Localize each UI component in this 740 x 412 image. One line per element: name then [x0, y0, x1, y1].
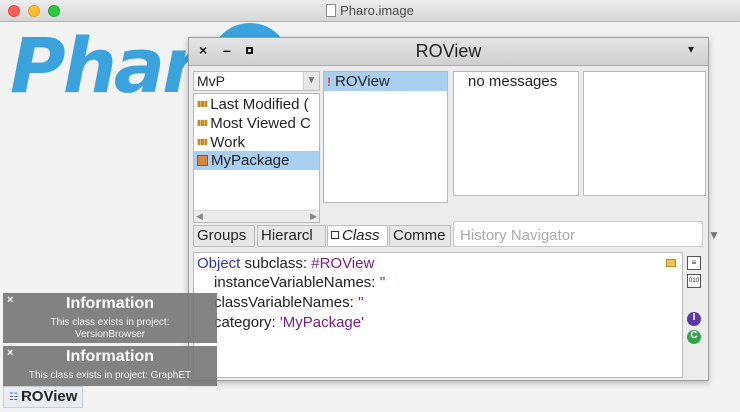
mac-title-bar: Pharo.image	[0, 0, 740, 22]
chevron-down-icon[interactable]: ▼	[303, 72, 319, 90]
notification-versionbrowser: × Information This class exists in proje…	[3, 293, 217, 343]
class-side-icon[interactable]: C	[687, 330, 701, 344]
class-item-roview[interactable]: ! ROView	[324, 72, 447, 91]
pharo-logo: Phar	[10, 21, 200, 110]
bytecode-view-icon[interactable]: 010	[687, 274, 701, 288]
notification-graphet: × Information This class exists in proje…	[3, 346, 217, 386]
mac-title-text: Pharo.image	[340, 3, 414, 18]
package-filter-combo[interactable]: MvP ▼	[193, 71, 320, 91]
lock-icon[interactable]	[666, 259, 676, 267]
package-item-mypackage[interactable]: MyPackage	[194, 151, 319, 170]
package-group-icon: ▮▮▮	[197, 137, 208, 146]
class-list[interactable]: ! ROView	[323, 71, 448, 203]
mac-window-title: Pharo.image	[0, 3, 740, 18]
instance-side-icon[interactable]: I	[687, 312, 701, 326]
package-group-icon: ▮▮▮	[197, 99, 208, 108]
source-view-icon[interactable]: ≡	[687, 256, 701, 270]
package-filter-value: MvP	[197, 73, 225, 89]
taskbar-item-roview[interactable]: ☷ ROView	[3, 386, 84, 408]
package-icon	[197, 155, 208, 166]
package-item-most-viewed[interactable]: ▮▮▮ Most Viewed C	[194, 113, 319, 132]
pharo-desktop: Phar × – ROView ▾ MvP ▼ ▮▮▮ Last Modified…	[0, 21, 740, 412]
chevron-down-icon[interactable]: ▼	[704, 224, 724, 246]
package-list[interactable]: ▮▮▮ Last Modified ( ▮▮▮ Most Viewed C ▮▮▮ W…	[193, 93, 320, 223]
package-item-last-modified[interactable]: ▮▮▮ Last Modified (	[194, 94, 319, 113]
warning-icon: !	[327, 75, 331, 89]
scroll-right-icon[interactable]: ▶	[310, 211, 317, 222]
notification-body: This class exists in project: GraphET	[28, 370, 192, 381]
history-placeholder: History Navigator	[460, 227, 576, 244]
tab-groups[interactable]: Groups	[193, 225, 255, 247]
code-line-4: category: 'MyPackage'	[214, 314, 364, 331]
document-icon	[326, 4, 337, 17]
history-navigator[interactable]: History Navigator ▼	[453, 221, 720, 247]
protocol-list[interactable]: no messages	[453, 71, 579, 196]
code-line-2: instanceVariableNames: ''	[214, 274, 386, 291]
browser-window-icon: ☷	[9, 392, 18, 403]
code-line-1: Object subclass: #ROView	[197, 255, 375, 272]
package-group-icon: ▮▮▮	[197, 118, 208, 127]
tab-hierarchy[interactable]: Hierarcl	[257, 225, 326, 247]
protocol-placeholder: no messages	[468, 73, 558, 90]
code-editor[interactable]: Object subclass: #ROView instanceVariabl…	[193, 252, 683, 378]
package-list-scrollbar[interactable]: ◀ ▶	[194, 210, 319, 222]
package-item-work[interactable]: ▮▮▮ Work	[194, 132, 319, 151]
tab-class[interactable]: Class	[327, 225, 388, 247]
scroll-left-icon[interactable]: ◀	[196, 211, 203, 222]
method-list[interactable]	[583, 71, 706, 196]
checkbox-icon	[331, 231, 339, 239]
notification-title: Information	[66, 295, 154, 312]
window-title-bar[interactable]: × – ROView ▾	[189, 38, 708, 66]
window-menu-button[interactable]: ▾	[688, 42, 694, 56]
tab-comment[interactable]: Comme	[389, 225, 451, 247]
window-title: ROView	[415, 41, 482, 61]
notification-body: This class exists in project: VersionBro…	[50, 317, 170, 340]
notification-title: Information	[66, 348, 154, 365]
code-line-3: classVariableNames: ''	[214, 294, 364, 311]
roview-window[interactable]: × – ROView ▾ MvP ▼ ▮▮▮ Last Modified ( ▮▮…	[188, 37, 720, 381]
